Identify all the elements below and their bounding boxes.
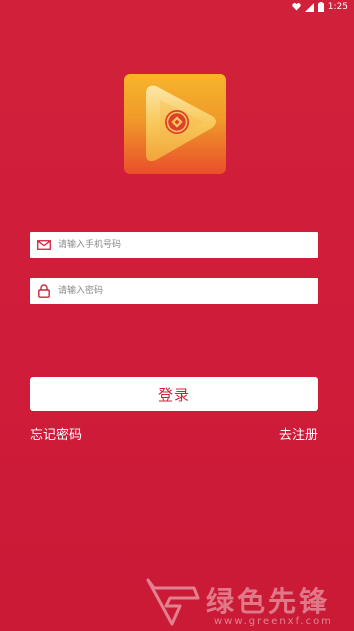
status-time: 1:25 [327, 2, 348, 12]
register-link[interactable]: 去注册 [279, 428, 318, 444]
phone-field[interactable] [30, 232, 318, 258]
password-field[interactable] [30, 278, 318, 304]
heart-icon [292, 3, 301, 11]
lock-icon [30, 278, 58, 304]
signal-icon [304, 2, 314, 12]
status-icons: 1:25 [292, 1, 348, 13]
watermark: 绿色先锋 www.greenxf.com [146, 570, 354, 630]
watermark-logo-icon [146, 578, 200, 626]
app-logo [124, 74, 226, 174]
watermark-text: 绿色先锋 [206, 585, 331, 618]
forgot-password-link[interactable]: 忘记密码 [30, 428, 82, 444]
mail-icon [30, 232, 58, 258]
watermark-url: www.greenxf.com [214, 616, 333, 627]
login-button[interactable]: 登录 [30, 377, 318, 411]
password-input[interactable] [58, 279, 318, 303]
status-bar: 1:25 [0, 0, 354, 14]
play-coin-logo-icon [146, 85, 216, 162]
phone-input[interactable] [58, 233, 318, 257]
battery-icon [317, 2, 324, 12]
